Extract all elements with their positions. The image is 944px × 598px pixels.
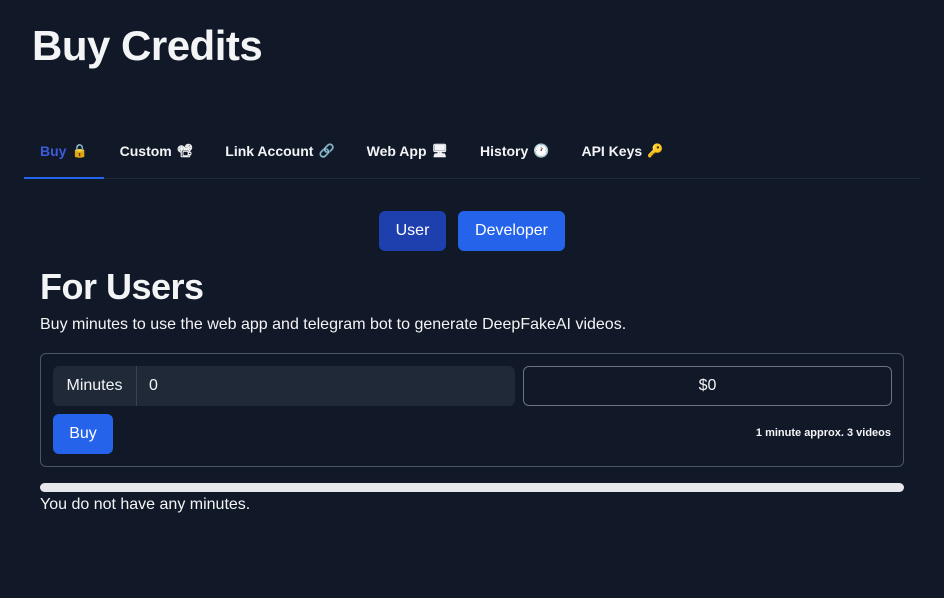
minutes-input[interactable] xyxy=(137,366,515,406)
tab-label: Buy xyxy=(40,143,67,159)
price-display: $0 xyxy=(523,366,892,406)
tab-custom[interactable]: Custom 📽 xyxy=(104,124,210,178)
lock-icon: 🔒 xyxy=(71,143,88,158)
developer-mode-button[interactable]: Developer xyxy=(458,211,565,251)
tab-link-account[interactable]: Link Account 🔗 xyxy=(209,124,350,178)
tab-label: History xyxy=(480,143,529,159)
page: Buy Credits Buy 🔒 Custom 📽 Link Account … xyxy=(0,0,944,598)
section-title: For Users xyxy=(40,266,204,307)
minutes-progress-bar xyxy=(40,483,904,492)
tab-label: Link Account xyxy=(225,143,314,159)
tab-label: Web App xyxy=(366,143,427,159)
page-title: Buy Credits xyxy=(32,22,263,69)
purchase-card: Minutes $0 Buy 1 minute approx. 3 videos xyxy=(40,353,904,467)
tab-bar: Buy 🔒 Custom 📽 Link Account 🔗 Web App 🖥 … xyxy=(24,124,920,179)
tab-web-app[interactable]: Web App 🖥 xyxy=(351,124,464,178)
minutes-status: You do not have any minutes. xyxy=(40,496,251,513)
link-icon: 🔗 xyxy=(318,143,335,158)
section-description: Buy minutes to use the web app and teleg… xyxy=(40,316,627,333)
mode-toggle: User Developer xyxy=(379,211,565,251)
user-mode-button[interactable]: User xyxy=(379,211,446,251)
tab-api-keys[interactable]: API Keys 🔑 xyxy=(565,124,679,178)
tab-label: Custom xyxy=(119,143,172,159)
minutes-input-group: Minutes xyxy=(53,366,515,406)
tab-history[interactable]: History 🕐 xyxy=(464,124,565,178)
film-projector-icon: 📽 xyxy=(176,143,194,158)
minutes-label: Minutes xyxy=(53,366,137,406)
tab-label: API Keys xyxy=(581,143,643,159)
buy-button[interactable]: Buy xyxy=(53,414,113,454)
minutes-per-video-note: 1 minute approx. 3 videos xyxy=(755,427,891,439)
desktop-computer-icon: 🖥 xyxy=(431,143,449,158)
tab-buy[interactable]: Buy 🔒 xyxy=(24,124,104,179)
key-icon: 🔑 xyxy=(647,143,664,158)
clock-icon: 🕐 xyxy=(533,143,550,158)
